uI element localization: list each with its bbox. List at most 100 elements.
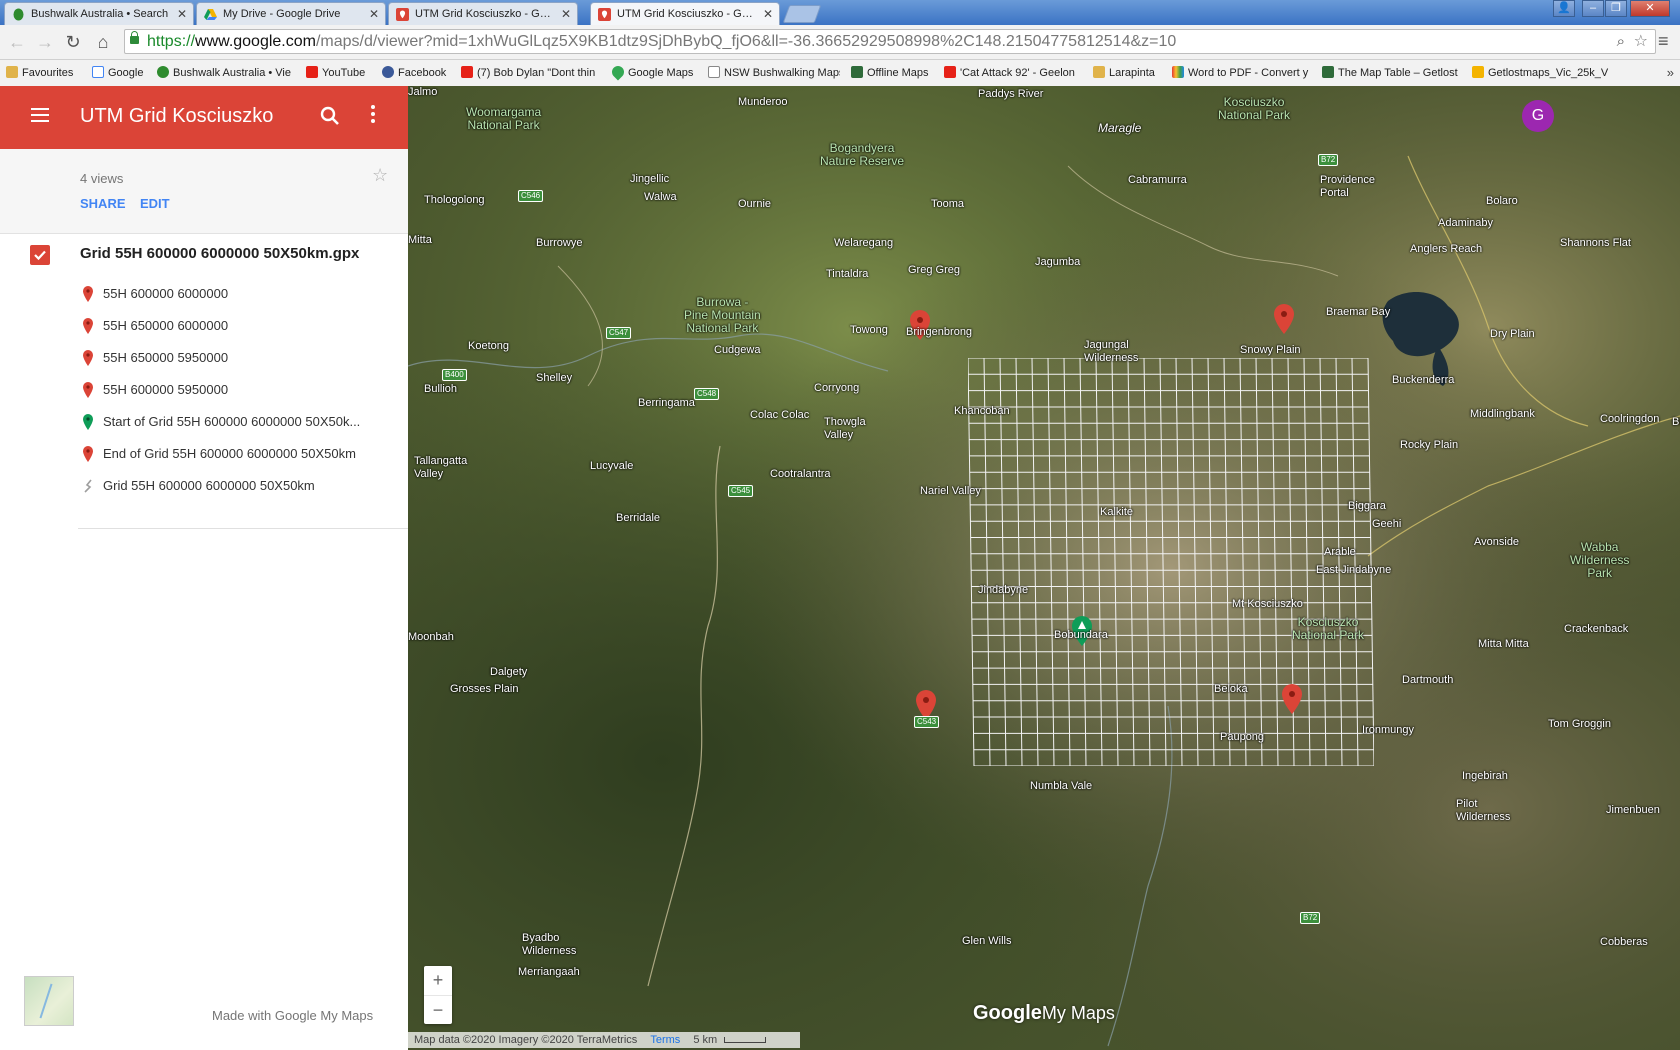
tab-utm-grid-active[interactable]: UTM Grid Kosciuszko - Google ✕ [590,2,780,25]
bookmark-item[interactable]: Offline Maps [851,60,941,86]
lock-icon [130,31,139,44]
map-place-label: Colac Colac [750,409,810,421]
user-avatar[interactable]: G [1522,100,1554,132]
new-tab-button[interactable] [782,5,822,23]
hamburger-menu-icon[interactable] [31,108,49,122]
grid-line [1175,358,1183,766]
map-place-label: Cootralantra [770,468,831,480]
bookmark-item[interactable]: Facebook [382,60,458,86]
bushwalk-leaf-icon [13,8,24,21]
bookmark-item[interactable]: Word to PDF - Convert y [1172,60,1315,86]
restore-button[interactable]: ❐ [1605,0,1627,17]
map-place-label: Thowgla Valley [824,416,866,441]
bookmark-item[interactable]: Larapinta [1093,60,1165,86]
address-bar[interactable]: https://www.google.com/maps/d/viewer?mid… [124,29,1656,54]
map-place-label: Dry Plain [1490,328,1535,340]
layer-checkbox[interactable] [30,245,50,265]
grid-line [1159,358,1167,766]
map-place-label: Berridale [616,512,661,524]
bookmark-item[interactable]: 'Cat Attack 92' - Geelon [944,60,1092,86]
red-pin-icon [83,286,93,302]
grid-line [1111,358,1119,766]
map-canvas[interactable]: Munderoo Paddys River Kosciuszko National … [408,86,1680,1050]
feature-item[interactable]: 55H 650000 5950000 [80,348,390,368]
bookmark-star-icon[interactable]: ☆ [1634,30,1648,53]
search-icon[interactable] [318,104,342,128]
grid-line [1255,358,1263,766]
grid-line [999,358,1007,766]
feature-item[interactable]: 55H 600000 6000000 [80,284,390,304]
tab-close-icon[interactable]: ✕ [177,3,187,25]
map-place-label: Welaregang [834,237,894,249]
home-icon[interactable]: ⌂ [92,31,114,53]
divider [78,528,408,529]
feature-item[interactable]: End of Grid 55H 600000 6000000 50X50km [80,444,390,464]
bookmarks-overflow-icon[interactable]: » [1667,60,1674,86]
bookmark-item[interactable]: Google [92,60,152,86]
page-icon [708,66,720,79]
red-pin-marker[interactable] [1282,684,1302,714]
minimize-button[interactable]: – [1582,0,1604,17]
red-pin-icon [83,382,93,398]
layer-name[interactable]: Grid 55H 600000 6000000 50X50km.gpx [80,245,359,262]
feature-item[interactable]: 55H 650000 6000000 [80,316,390,336]
feature-item[interactable]: Grid 55H 600000 6000000 50X50km [80,476,390,496]
bookmark-item[interactable]: Bushwalk Australia • Vie [157,60,297,86]
map-place-label: Bringenbrong [906,326,973,338]
tab-google-drive[interactable]: My Drive - Google Drive ✕ [196,2,386,25]
tab-bushwalk-search[interactable]: Bushwalk Australia • Search ✕ [4,2,194,25]
tab-utm-grid-1[interactable]: UTM Grid Kosciuszko - Google ✕ [388,2,578,25]
map-place-label: Glen Wills [962,935,1012,947]
bookmark-item[interactable]: NSW Bushwalking Maps [708,60,840,86]
back-arrow-icon[interactable]: ← [6,31,28,53]
map-place-label: East Jindabyne [1316,564,1392,576]
bookmark-item[interactable]: Getlostmaps_Vic_25k_V [1472,60,1662,86]
map-place-label: Beloka [1214,683,1248,695]
feature-item[interactable]: Start of Grid 55H 600000 6000000 50X50k.… [80,412,390,432]
zoom-magnifier-icon[interactable]: ⌕ [1617,30,1625,53]
line-path-icon [84,479,92,493]
red-pin-marker[interactable] [1274,304,1294,334]
map-place-label: Biggara [1348,500,1386,512]
feature-item[interactable]: 55H 600000 5950000 [80,380,390,400]
map-place-label: Ingebirah [1462,770,1508,782]
zoom-in-button[interactable]: + [424,966,452,996]
reload-icon[interactable]: ↻ [62,31,84,53]
user-profile-icon[interactable]: 👤 [1553,0,1575,17]
map-place-label: Dalgety [490,666,528,678]
bookmark-item[interactable]: YouTube [306,60,374,86]
grid-line [1271,358,1279,766]
map-place-label: Crackenback [1564,623,1629,635]
bookmark-item[interactable]: The Map Table – Getlost [1322,60,1462,86]
bookmark-item[interactable]: Favourites [6,60,80,86]
sidebar-header: UTM Grid Kosciuszko [0,86,408,149]
more-vert-icon[interactable] [370,105,376,127]
forward-arrow-icon[interactable]: → [34,31,56,53]
map-place-label: Koetong [468,340,509,352]
map-place-label: Dartmouth [1402,674,1454,686]
edit-button[interactable]: EDIT [140,196,170,211]
grid-line [983,358,991,766]
map-place-label: Paupong [1220,731,1265,743]
star-icon[interactable]: ☆ [372,165,388,186]
base-map-thumbnail[interactable] [24,976,74,1026]
zoom-out-button[interactable]: − [424,996,452,1025]
tab-close-icon[interactable]: ✕ [369,3,379,25]
map-place-label: Jagumba [1035,256,1081,268]
map-place-label: Bolaro [1486,195,1518,207]
bookmark-item[interactable]: Google Maps [612,60,712,86]
url-text: https://www.google.com/maps/d/viewer?mid… [147,33,1177,50]
tab-close-icon[interactable]: ✕ [561,3,571,25]
view-count: 4 views [80,171,124,186]
tab-close-icon[interactable]: ✕ [763,3,773,25]
browser-menu-icon[interactable]: ≡ [1658,31,1674,51]
share-button[interactable]: SHARE [80,196,126,211]
grid-line [1191,358,1199,766]
map-place-label: Rocky Plain [1400,439,1459,451]
terms-link[interactable]: Terms [650,1034,680,1046]
map-attribution: Map data ©2020 Imagery ©2020 TerraMetric… [408,1032,800,1048]
close-window-button[interactable]: ✕ [1630,0,1670,17]
map-place-label: Moonbah [408,631,454,643]
scale-label: 5 km [693,1034,718,1046]
bookmark-item[interactable]: (7) Bob Dylan "Dont thin [461,60,599,86]
